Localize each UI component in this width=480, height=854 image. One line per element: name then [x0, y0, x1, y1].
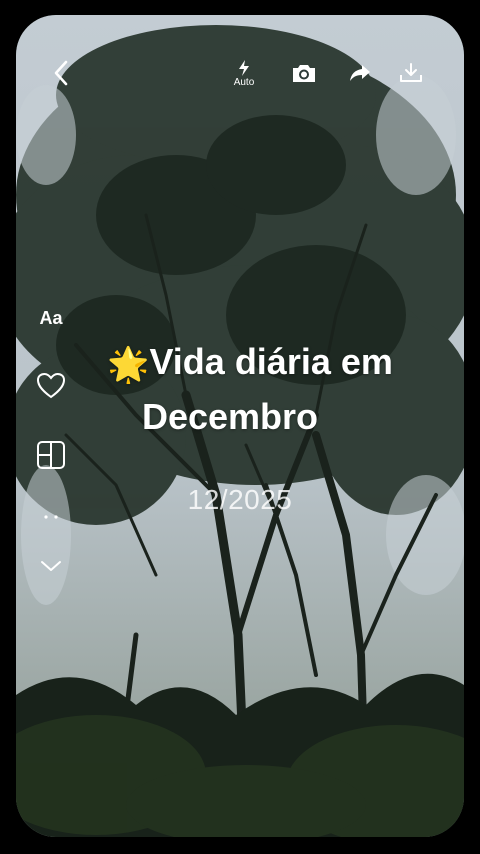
layout-icon	[37, 441, 65, 469]
title-line-1: 🌟Vida diária em	[40, 336, 460, 391]
collapse-tools-button[interactable]	[32, 556, 70, 576]
layout-button[interactable]	[32, 438, 70, 472]
overlay-title[interactable]: 🌟Vida diária em Decembro	[40, 336, 460, 443]
title-text-2: Decembro	[141, 396, 319, 437]
title-line-2: Decembro	[40, 391, 460, 443]
chevron-down-icon	[41, 561, 61, 571]
camera-icon	[293, 65, 315, 82]
download-button[interactable]	[396, 58, 426, 88]
flash-icon	[239, 59, 249, 76]
flash-mode-label: Auto	[233, 76, 255, 88]
back-button[interactable]	[46, 58, 76, 88]
text-tool-label: Aa	[39, 307, 63, 328]
share-button[interactable]	[345, 58, 375, 88]
star-emoji: 🌟	[107, 346, 150, 384]
chevron-left-icon	[54, 60, 68, 86]
camera-button[interactable]	[288, 58, 320, 88]
flash-auto-button[interactable]: Auto	[228, 56, 260, 90]
text-tool-button[interactable]: Aa	[32, 305, 70, 331]
share-icon	[350, 65, 370, 81]
title-text-1: Vida diária em	[149, 341, 393, 382]
download-icon	[400, 63, 422, 82]
overlay-date[interactable]: 12/2025	[0, 484, 480, 516]
top-toolbar: Auto	[0, 0, 480, 100]
